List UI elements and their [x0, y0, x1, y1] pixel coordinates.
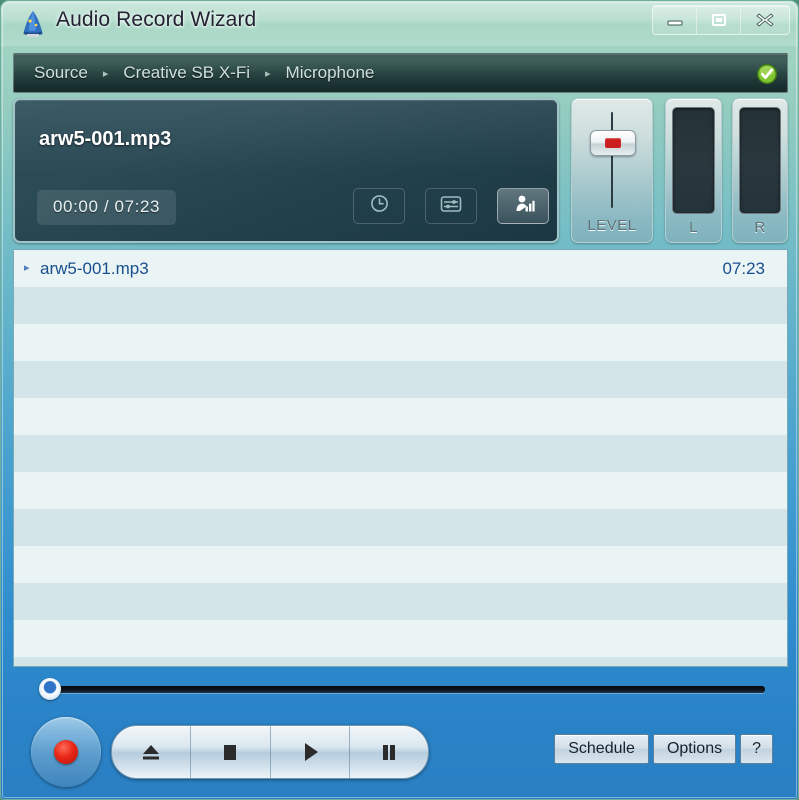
now-playing-display: arw5-001.mp3 00:00 / 07:23 [13, 98, 559, 243]
breadcrumb-item-device[interactable]: Creative SB X-Fi [121, 63, 252, 83]
pause-button[interactable] [350, 726, 428, 778]
breadcrumb-item-input[interactable]: Microphone [284, 63, 377, 83]
playlist-row[interactable] [14, 620, 787, 657]
playlist-row[interactable]: ▸ arw5-001.mp3 07:23 [14, 250, 787, 287]
eject-icon [138, 741, 164, 763]
window-title: Audio Record Wizard [56, 8, 257, 31]
playlist-row[interactable] [14, 657, 787, 666]
clock-icon [370, 194, 389, 218]
seek-slider-thumb[interactable] [39, 678, 61, 700]
pause-icon [378, 741, 400, 763]
level-slider-track [611, 112, 613, 208]
breadcrumb-separator-icon: ▸ [102, 67, 109, 80]
input-level-button[interactable] [497, 188, 549, 224]
schedule-button[interactable]: Schedule [554, 734, 649, 764]
playlist-row[interactable] [14, 398, 787, 435]
breadcrumb-item-source[interactable]: Source [32, 63, 90, 83]
microphone-bars-icon [511, 194, 535, 219]
vu-meter-right: R [731, 98, 788, 243]
playlist-row-duration: 07:23 [722, 258, 765, 278]
title-bar[interactable]: Audio Record Wizard [1, 1, 798, 46]
record-button[interactable] [31, 717, 101, 787]
breadcrumb-separator-icon: ▸ [265, 67, 271, 80]
window-controls [652, 5, 790, 35]
maximize-button[interactable] [697, 6, 741, 34]
green-check-icon[interactable] [756, 63, 778, 85]
minimize-button[interactable] [653, 6, 697, 34]
vu-meter-right-label: R [754, 219, 766, 236]
format-button[interactable] [425, 188, 477, 224]
playlist[interactable]: ▸ arw5-001.mp3 07:23 [13, 249, 788, 667]
eject-button[interactable] [112, 726, 192, 778]
playlist-row[interactable] [14, 324, 787, 361]
playlist-row[interactable] [14, 509, 787, 546]
vu-meter-left-well [672, 107, 715, 214]
playlist-row[interactable] [14, 472, 787, 509]
level-label: LEVEL [587, 217, 637, 234]
current-track-title: arw5-001.mp3 [39, 128, 172, 150]
wizard-hat-icon [17, 7, 49, 39]
vu-meters: L R [665, 98, 788, 243]
upper-panel: arw5-001.mp3 00:00 / 07:23 LEVEL L R [13, 98, 788, 243]
level-slider-thumb[interactable] [590, 130, 636, 156]
play-icon [298, 740, 322, 764]
seek-slider-track[interactable] [49, 686, 765, 693]
vu-meter-left-label: L [689, 219, 698, 236]
stop-icon [219, 741, 241, 763]
sliders-icon [440, 195, 462, 218]
seek-slider[interactable] [39, 678, 765, 700]
vu-meter-right-well [738, 107, 781, 214]
playlist-row[interactable] [14, 287, 787, 324]
playlist-row[interactable] [14, 546, 787, 583]
stop-button[interactable] [191, 726, 271, 778]
playlist-row-name: arw5-001.mp3 [40, 258, 149, 278]
application-window: Audio Record Wizard Source ▸ Creative SB… [0, 0, 799, 800]
play-button[interactable] [271, 726, 350, 778]
time-readout: 00:00 / 07:23 [37, 190, 177, 225]
close-button[interactable] [741, 6, 789, 34]
footer-buttons: Schedule Options ? [554, 734, 773, 764]
playlist-row[interactable] [14, 361, 787, 398]
playlist-row[interactable] [14, 583, 787, 620]
breadcrumb[interactable]: Source ▸ Creative SB X-Fi ▸ Microphone [13, 53, 788, 93]
help-button[interactable]: ? [740, 734, 773, 764]
timer-button[interactable] [353, 188, 405, 224]
playlist-row[interactable] [14, 435, 787, 472]
vu-meter-left: L [665, 98, 722, 243]
level-slider[interactable]: LEVEL [571, 98, 653, 243]
playlist-row-marker-icon: ▸ [24, 262, 30, 274]
transport-controls [111, 725, 429, 779]
options-button[interactable]: Options [652, 734, 737, 764]
